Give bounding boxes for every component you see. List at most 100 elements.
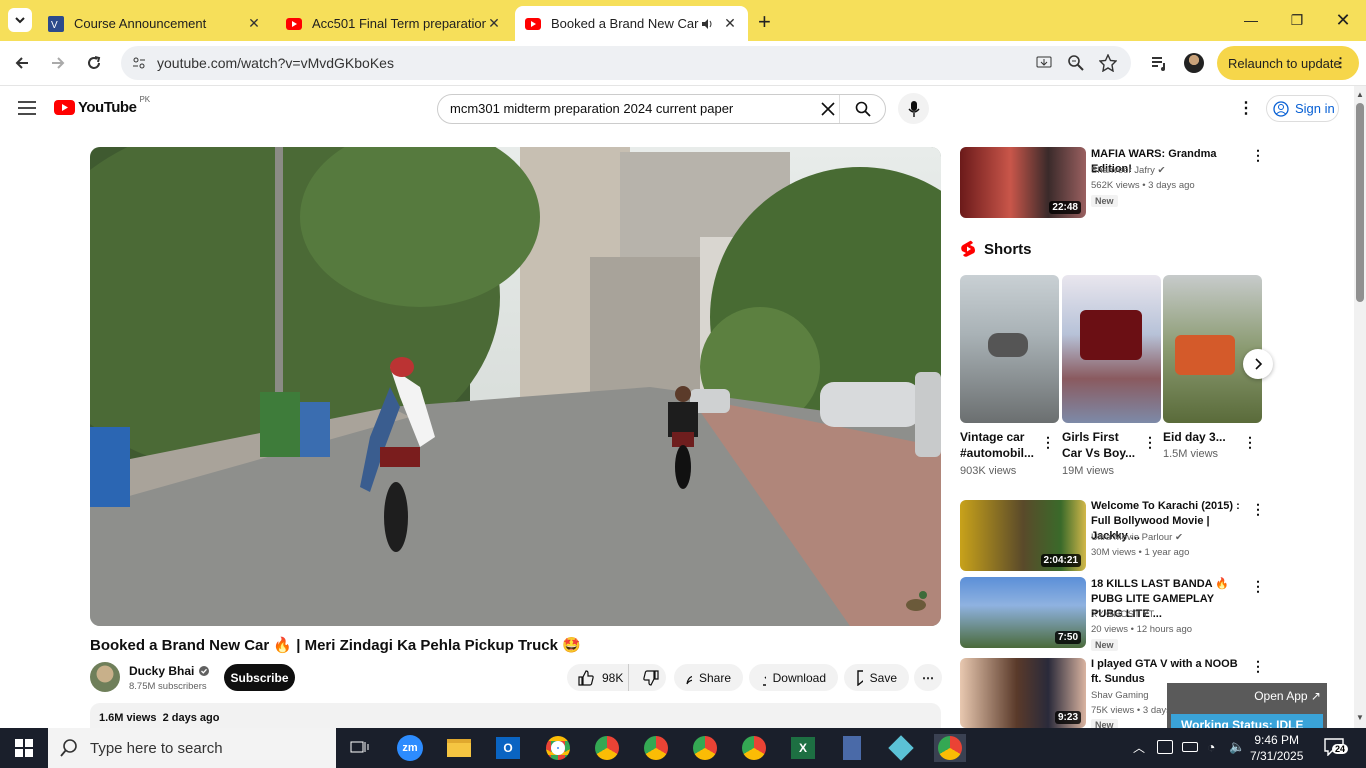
reload-button[interactable] [80,49,108,77]
channel-avatar[interactable] [90,662,120,692]
thumbs-down-icon [643,669,659,686]
address-bar[interactable]: youtube.com/watch?v=vMvdGKboKes [121,46,1131,80]
subscribe-button[interactable]: Subscribe [224,664,295,691]
sign-in-button[interactable]: Sign in [1266,95,1339,122]
channel-name[interactable]: Ducky Bhai [129,664,210,678]
short-title[interactable]: Eid day 3... [1163,429,1243,445]
chrome-icon[interactable] [542,734,574,762]
chrome-profile-icon[interactable] [738,734,770,762]
page-scrollbar[interactable]: ▲ ▼ [1354,86,1366,728]
forward-button[interactable] [44,49,72,77]
share-button[interactable]: Share [674,664,743,691]
chrome-active-icon[interactable] [934,734,966,762]
short-menu-icon[interactable]: ⋮ [1041,434,1055,451]
media-control-icon[interactable] [1150,54,1168,72]
taskbar-clock[interactable]: 9:46 PM 7/31/2025 [1250,732,1303,764]
rec-thumbnail[interactable]: 7:50 [960,577,1086,648]
profile-avatar[interactable] [1184,53,1204,73]
notification-center[interactable]: 24 [1322,736,1349,760]
rec-menu-icon[interactable]: ⋮ [1251,147,1265,164]
taskbar-search[interactable]: Type here to search [48,728,336,768]
zoom-app-icon[interactable]: zm [394,734,426,762]
relaunch-button[interactable]: Relaunch to update ⋮ [1217,46,1359,80]
clear-search-icon[interactable] [821,102,835,116]
tab-course-announcement[interactable]: V Course Announcement ✕ [38,6,272,41]
close-icon[interactable]: ✕ [722,15,738,32]
extension-popup[interactable]: Open App ↗ Working Status: IDLE [1167,683,1327,728]
new-tab-button[interactable]: + [758,9,771,35]
open-app-link[interactable]: Open App ↗ [1254,689,1321,703]
tab-booked-car[interactable]: Booked a Brand New Car 🔥 ✕ [515,6,748,41]
short-title[interactable]: Vintage car #automobil... [960,429,1040,461]
install-app-icon[interactable] [1035,54,1053,72]
windows-taskbar: Type here to search zm O X ︿ ◔ 🔈 9:46 PM… [0,728,1366,768]
tab-acc501[interactable]: Acc501 Final Term preparation|| ✕ [276,6,512,41]
settings-more-icon[interactable]: ⋮ [1238,98,1254,118]
short-menu-icon[interactable]: ⋮ [1143,434,1157,451]
scrollbar-thumb[interactable] [1356,103,1364,302]
voice-search-button[interactable] [898,93,929,124]
tray-chevron-icon[interactable]: ︿ [1133,739,1145,756]
save-playlist-icon [857,669,863,686]
chevron-right-icon [1255,358,1263,370]
chrome-profile-icon[interactable] [640,734,672,762]
youtube-logo[interactable]: YouTube PK [54,95,150,116]
volume-icon[interactable]: 🔈 [1229,739,1245,755]
like-button[interactable]: 98K [567,664,629,691]
rec-menu-icon[interactable]: ⋮ [1251,578,1265,595]
short-views: 1.5M views [1163,448,1219,460]
rec-menu-icon[interactable]: ⋮ [1251,658,1265,675]
short-thumbnail[interactable] [1062,275,1161,423]
url-text[interactable]: youtube.com/watch?v=vMvdGKboKes [157,55,394,71]
download-button[interactable]: Download [749,664,838,691]
rec-thumbnail[interactable]: 9:23 [960,658,1086,728]
video-player[interactable] [90,147,941,626]
save-button[interactable]: Save [844,664,909,691]
short-menu-icon[interactable]: ⋮ [1243,434,1257,451]
rec-thumbnail[interactable]: 22:48 [960,147,1086,218]
search-button[interactable] [839,95,886,123]
browser-toolbar: youtube.com/watch?v=vMvdGKboKes Relaunch… [0,41,1366,86]
close-icon[interactable]: ✕ [246,15,262,32]
more-actions-button[interactable]: ⋯ [914,664,942,691]
verified-icon: ✔ [1174,532,1183,543]
scroll-up-arrow[interactable]: ▲ [1356,90,1364,99]
tray-camera-icon[interactable] [1157,740,1173,754]
hamburger-menu-icon[interactable] [18,101,36,115]
calculator-icon[interactable] [836,734,868,762]
dislike-button[interactable] [636,664,666,691]
shorts-next-button[interactable] [1243,349,1273,379]
taskbar-search-placeholder: Type here to search [90,739,223,757]
back-button[interactable] [8,49,36,77]
kite-app-icon[interactable] [885,734,917,762]
start-button[interactable] [0,728,48,768]
battery-icon[interactable] [1182,742,1198,752]
short-title[interactable]: Girls First Car Vs Boy... [1062,429,1142,461]
wifi-icon[interactable]: ◔ [1207,739,1215,755]
tab-search-button[interactable] [8,8,32,32]
new-badge: New [1091,195,1118,207]
short-thumbnail[interactable] [1163,275,1262,423]
chrome-profile-icon[interactable] [591,734,623,762]
speaker-icon[interactable] [700,17,714,31]
outlook-icon[interactable]: O [492,734,524,762]
file-explorer-icon[interactable] [443,734,475,762]
bookmark-star-icon[interactable] [1099,54,1117,72]
chrome-profile-icon[interactable] [689,734,721,762]
rec-menu-icon[interactable]: ⋮ [1251,501,1265,518]
excel-icon[interactable]: X [787,734,819,762]
close-icon[interactable]: ✕ [486,15,502,32]
tab-strip: V Course Announcement ✕ Acc501 Final Ter… [0,0,1366,41]
close-window-button[interactable]: ✕ [1320,0,1366,40]
search-input[interactable]: mcm301 midterm preparation 2024 current … [450,101,733,116]
scroll-down-arrow[interactable]: ▼ [1356,713,1364,722]
search-box[interactable]: mcm301 midterm preparation 2024 current … [437,94,886,124]
task-view-icon[interactable] [344,734,376,762]
rec-thumbnail[interactable]: 2:04:21 [960,500,1086,571]
short-thumbnail[interactable] [960,275,1059,423]
site-settings-icon[interactable] [131,55,147,71]
minimize-button[interactable]: — [1228,0,1274,40]
restore-button[interactable]: ❐ [1274,0,1320,40]
zoom-icon[interactable] [1067,54,1085,72]
working-status-text: Working Status: IDLE [1181,718,1304,728]
